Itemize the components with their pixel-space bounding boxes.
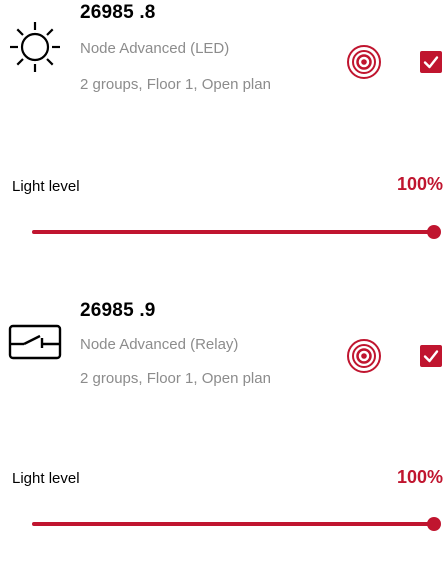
slider-thumb[interactable] xyxy=(427,225,441,239)
node-name: 26985 .8 xyxy=(80,2,156,23)
slider-fill xyxy=(32,522,434,526)
node-type: Node Advanced (Relay) xyxy=(80,336,239,353)
relay-switch-icon xyxy=(6,314,64,372)
select-checkbox[interactable] xyxy=(420,345,442,367)
slider-fill xyxy=(32,230,434,234)
light-level-slider[interactable] xyxy=(32,224,441,240)
slider-thumb[interactable] xyxy=(427,517,441,531)
identify-target-icon[interactable] xyxy=(346,44,382,80)
light-level-value: 100% xyxy=(396,467,443,487)
node-card-led: 26985 .8 Node Advanced (LED) 2 groups, F… xyxy=(0,0,447,270)
select-checkbox[interactable] xyxy=(420,51,442,73)
light-level-slider[interactable] xyxy=(32,516,441,532)
node-name: 26985 .9 xyxy=(80,300,156,321)
node-location: 2 groups, Floor 1, Open plan xyxy=(80,76,271,93)
light-level-label: Light level xyxy=(12,178,80,195)
node-type: Node Advanced (LED) xyxy=(80,40,230,57)
checkmark-icon xyxy=(423,56,439,69)
checkmark-icon xyxy=(423,350,439,363)
light-level-label: Light level xyxy=(12,470,80,487)
light-bulb-icon xyxy=(6,18,64,76)
light-level-value: 100% xyxy=(396,174,443,194)
node-card-relay: 26985 .9 Node Advanced (Relay) 2 groups,… xyxy=(0,300,447,570)
identify-target-icon[interactable] xyxy=(346,338,382,374)
node-location: 2 groups, Floor 1, Open plan xyxy=(80,370,271,387)
